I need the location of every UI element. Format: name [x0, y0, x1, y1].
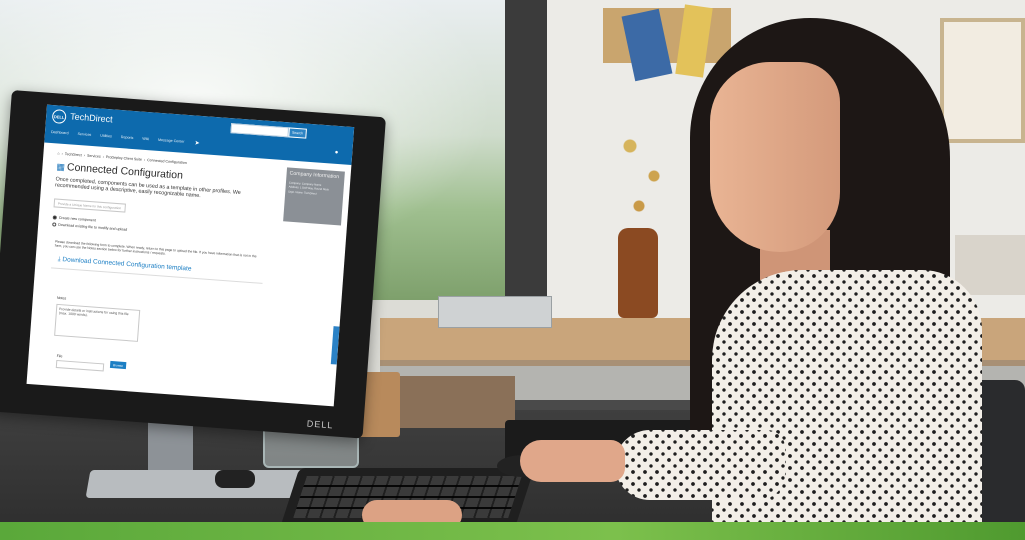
hand-on-mouse — [520, 440, 625, 482]
search-button[interactable]: Search — [288, 127, 307, 139]
shelf — [955, 235, 1025, 295]
search-input[interactable] — [230, 123, 290, 138]
radio-create-new-label: Create new component — [58, 215, 96, 223]
vase — [618, 228, 658, 318]
nav-reports[interactable]: Reports — [121, 135, 134, 140]
office-scene: DELL TechDirect Search Dashboard Service… — [0, 0, 1025, 540]
radio-create-new[interactable]: Create new component — [52, 215, 96, 223]
monitor-base — [85, 470, 306, 498]
monitor: DELL TechDirect Search Dashboard Service… — [0, 90, 386, 439]
feedback-side-tab[interactable] — [330, 326, 340, 365]
monitor-screen: DELL TechDirect Search Dashboard Service… — [26, 104, 355, 407]
user-icon[interactable]: ● — [334, 150, 338, 156]
notes-label: Notes — [56, 295, 67, 301]
nav-dashboard[interactable]: Dashboard — [51, 130, 69, 135]
download-icon: ⤓ — [57, 255, 61, 264]
file-input[interactable] — [55, 359, 105, 372]
browse-button[interactable]: Browse — [109, 360, 127, 370]
breadcrumb-sep-icon: › — [102, 154, 105, 159]
breadcrumb-prodeploy[interactable]: ProDeploy Client Suite — [106, 155, 142, 162]
radio-download-existing[interactable]: Download existing file to modify and upl… — [52, 222, 128, 232]
nav-wiki[interactable]: Wiki — [142, 137, 149, 141]
main-nav: Dashboard Services Utilities Reports Wik… — [51, 130, 185, 144]
company-info-card: Company Information Company: Company Nam… — [283, 167, 345, 226]
home-icon[interactable]: ⌂ — [57, 152, 59, 156]
woman-arm — [615, 430, 785, 500]
company-card-title: Company Information — [289, 170, 340, 181]
mouse-cursor-icon: ➤ — [194, 140, 200, 147]
paper-tray — [438, 296, 552, 328]
radio-download-existing-label: Download existing file to modify and upl… — [58, 222, 128, 232]
page-description: Once completed, components can be used a… — [54, 176, 241, 200]
wall-frame — [940, 18, 1025, 143]
radio-unselected-icon[interactable] — [52, 222, 57, 227]
file-label: File — [56, 353, 63, 359]
window-frame — [505, 0, 547, 305]
configuration-name-input[interactable]: Provide a Unique Name for this configura… — [53, 198, 126, 213]
green-banner — [0, 522, 1025, 540]
woman-face — [710, 62, 840, 252]
breadcrumb-sep-icon: › — [61, 151, 63, 156]
monitor-brand-logo: DELL — [306, 418, 334, 431]
dell-logo: DELL — [51, 109, 67, 125]
breadcrumb-current: Connected Configuration — [146, 158, 187, 165]
dried-flowers — [612, 110, 672, 230]
breadcrumb-services[interactable]: Services — [87, 154, 101, 159]
storage-box — [400, 376, 515, 428]
notes-textarea[interactable]: Provide details or instructions for usin… — [54, 303, 141, 342]
breadcrumb-sep-icon: › — [83, 153, 86, 158]
download-template-link[interactable]: ⤓ Download Connected Configuration templ… — [57, 256, 191, 274]
radio-selected-icon[interactable] — [52, 215, 57, 220]
nav-services[interactable]: Services — [77, 132, 91, 137]
nav-message-center[interactable]: Message Center — [158, 138, 185, 144]
nav-utilities[interactable]: Utilities — [100, 134, 112, 139]
breadcrumb-sep-icon: › — [143, 157, 146, 162]
app-brand: TechDirect — [69, 111, 113, 125]
configuration-icon: ▦ — [56, 161, 66, 173]
keys — [215, 470, 255, 488]
breadcrumb-techdirect[interactable]: TechDirect — [65, 152, 82, 157]
